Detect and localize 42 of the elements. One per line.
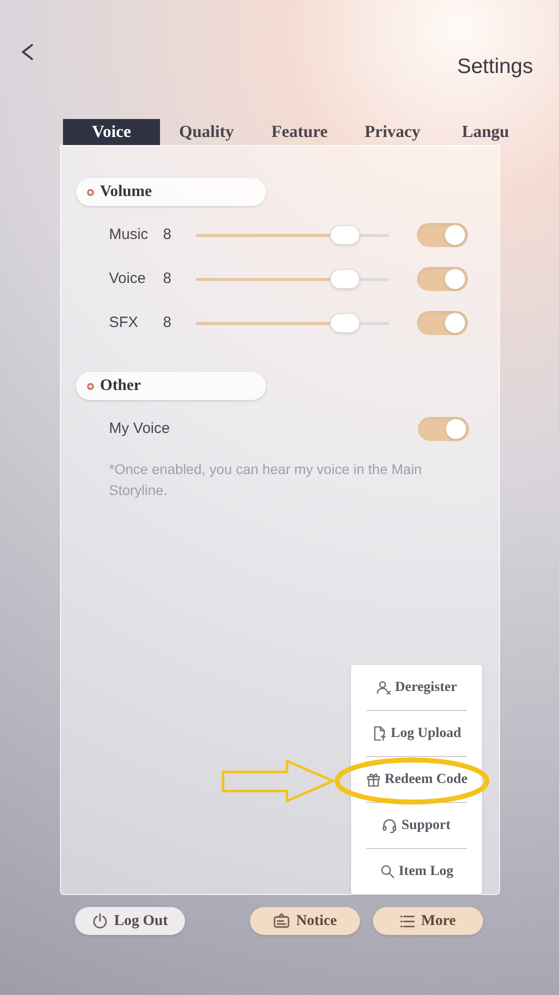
setting-label: My Voice xyxy=(109,418,170,439)
menu-item[interactable]: Item Log xyxy=(366,849,467,894)
setting-label: Music xyxy=(109,224,150,245)
gift-icon xyxy=(366,772,381,787)
tab[interactable]: Voice xyxy=(63,119,160,145)
setting-label: Voice xyxy=(109,268,147,289)
back-icon xyxy=(20,43,34,61)
toggle-switch[interactable] xyxy=(417,223,468,247)
slider-thumb[interactable] xyxy=(330,313,360,333)
section-title: Other xyxy=(100,376,141,396)
action-button[interactable]: Log Out xyxy=(75,907,185,935)
tab[interactable]: Quality xyxy=(160,119,253,145)
file-upload-icon xyxy=(372,726,387,741)
tab[interactable]: Privacy xyxy=(346,119,439,145)
person-remove-icon xyxy=(376,680,392,695)
volume-value: 8 xyxy=(163,268,172,289)
toggle-switch[interactable] xyxy=(417,311,468,335)
bullet-icon xyxy=(87,382,94,390)
menu-item[interactable]: Support xyxy=(366,803,467,848)
tab[interactable]: Langu xyxy=(439,119,532,145)
volume-value: 8 xyxy=(163,224,172,245)
search-icon xyxy=(380,864,395,879)
bullet-icon xyxy=(87,188,94,196)
volume-value: 8 xyxy=(163,312,172,333)
action-button[interactable]: More xyxy=(373,907,483,935)
slider-thumb[interactable] xyxy=(330,225,360,245)
setting-label: SFX xyxy=(109,312,140,333)
toggle-switch[interactable] xyxy=(418,417,469,441)
section-title: Volume xyxy=(100,182,152,202)
notice-board-icon xyxy=(273,913,290,929)
slider-thumb[interactable] xyxy=(330,269,360,289)
menu-item[interactable]: Log Upload xyxy=(366,711,467,756)
note-text: *Once enabled, you can hear my voice in the Main Storyline. xyxy=(108,460,423,500)
headset-icon xyxy=(382,818,398,833)
tab[interactable]: Feature xyxy=(253,119,346,145)
toggle-switch[interactable] xyxy=(417,267,468,291)
page-title: Settings xyxy=(457,54,533,80)
menu-item[interactable]: Redeem Code xyxy=(366,757,467,802)
menu-item[interactable]: Deregister xyxy=(366,665,467,710)
power-icon xyxy=(92,913,108,929)
action-button[interactable]: Notice xyxy=(250,907,360,935)
menu-icon xyxy=(400,914,416,928)
